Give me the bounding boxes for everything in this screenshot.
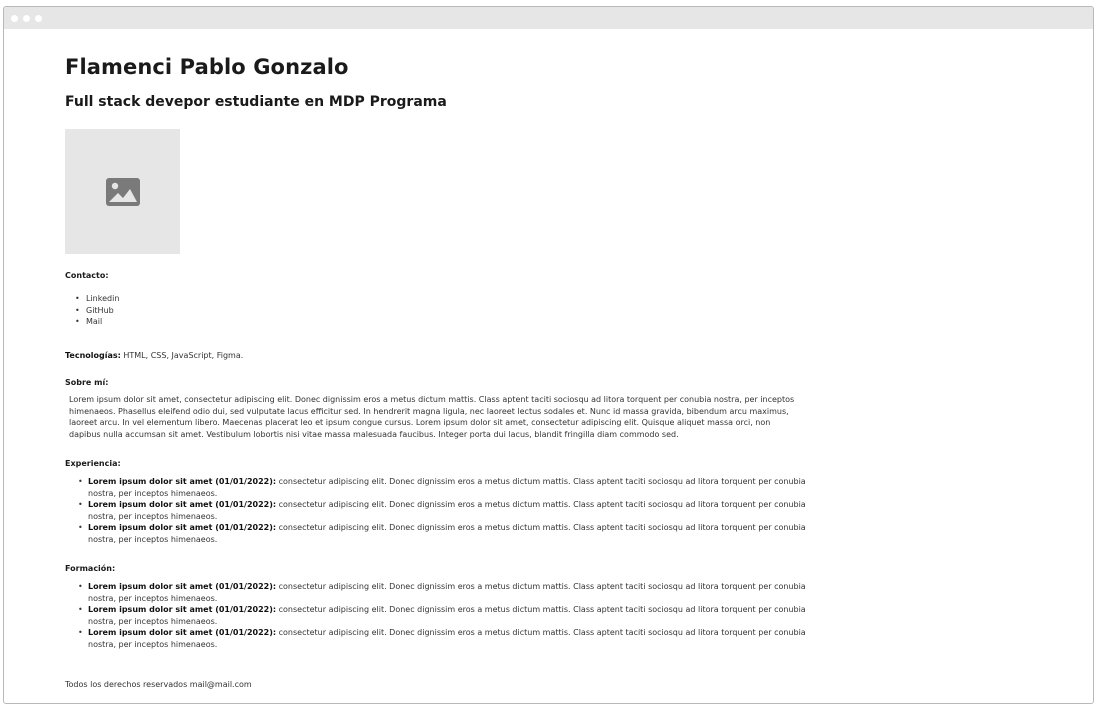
education-item-title: Lorem ipsum dolor sit amet (01/01/2022): — [88, 605, 277, 614]
education-item-title: Lorem ipsum dolor sit amet (01/01/2022): — [88, 628, 277, 637]
about-text: Lorem ipsum dolor sit amet, consectetur … — [69, 395, 795, 439]
contact-heading: Contacto: — [65, 271, 109, 280]
experience-item: Lorem ipsum dolor sit amet (01/01/2022):… — [78, 476, 816, 499]
experience-item-title: Lorem ipsum dolor sit amet (01/01/2022): — [88, 477, 277, 486]
image-placeholder-icon — [105, 177, 140, 206]
experience-item-title: Lorem ipsum dolor sit amet (01/01/2022): — [88, 500, 277, 509]
technologies-label: Tecnologías: — [65, 351, 121, 360]
technologies-line: Tecnologías: HTML, CSS, JavaScript, Figm… — [65, 351, 243, 360]
education-item: Lorem ipsum dolor sit amet (01/01/2022):… — [78, 627, 816, 650]
education-list: Lorem ipsum dolor sit amet (01/01/2022):… — [78, 581, 816, 650]
page-subtitle: Full stack devepor estudiante en MDP Pro… — [65, 94, 447, 110]
technologies-value: HTML, CSS, JavaScript, Figma. — [120, 351, 244, 360]
contact-link-github[interactable]: GitHub — [75, 305, 119, 317]
contact-link-mail[interactable]: Mail — [75, 316, 119, 328]
experience-heading: Experiencia: — [65, 459, 121, 468]
browser-window: Flamenci Pablo Gonzalo Full stack devepo… — [3, 6, 1094, 704]
profile-photo-placeholder — [65, 129, 180, 254]
window-close-dot[interactable] — [11, 14, 18, 22]
experience-list: Lorem ipsum dolor sit amet (01/01/2022):… — [78, 476, 816, 545]
footer-text: Todos los derechos reservados mail@mail.… — [65, 680, 252, 689]
page-title: Flamenci Pablo Gonzalo — [65, 55, 349, 79]
window-maximize-dot[interactable] — [35, 14, 42, 22]
education-item: Lorem ipsum dolor sit amet (01/01/2022):… — [78, 604, 816, 627]
contact-link-linkedin[interactable]: Linkedin — [75, 293, 119, 305]
education-item-title: Lorem ipsum dolor sit amet (01/01/2022): — [88, 582, 277, 591]
window-titlebar — [4, 7, 1093, 29]
experience-item: Lorem ipsum dolor sit amet (01/01/2022):… — [78, 499, 816, 522]
experience-item-title: Lorem ipsum dolor sit amet (01/01/2022): — [88, 523, 277, 532]
education-heading: Formación: — [65, 564, 116, 573]
window-minimize-dot[interactable] — [23, 14, 30, 22]
about-heading: Sobre mí: — [65, 378, 109, 387]
education-item: Lorem ipsum dolor sit amet (01/01/2022):… — [78, 581, 816, 604]
experience-item: Lorem ipsum dolor sit amet (01/01/2022):… — [78, 522, 816, 545]
contact-list: Linkedin GitHub Mail — [75, 293, 119, 328]
